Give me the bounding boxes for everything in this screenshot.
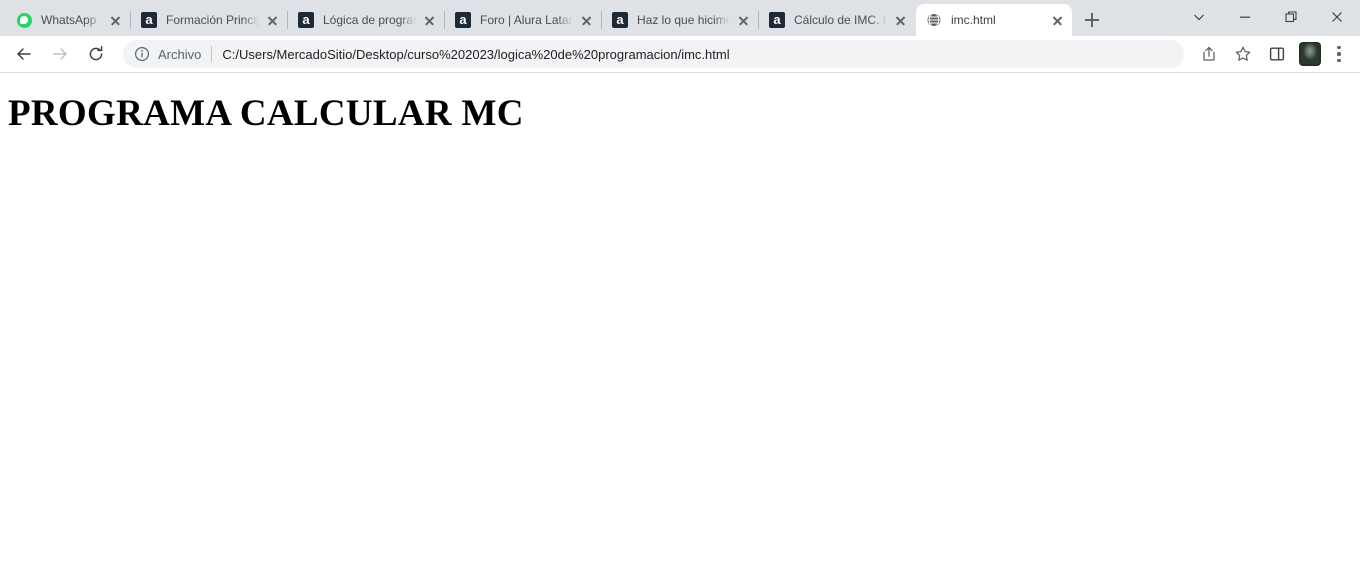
close-icon[interactable]: [1314, 0, 1360, 33]
share-icon[interactable]: [1195, 40, 1223, 68]
reload-button[interactable]: [81, 39, 111, 69]
info-circle-icon[interactable]: [134, 46, 150, 62]
tab-strip: WhatsApp a Formación Principiante en P a…: [0, 0, 1360, 36]
omnibox-divider: [211, 46, 213, 62]
forward-button[interactable]: [45, 39, 75, 69]
tab-close-button[interactable]: [889, 9, 911, 31]
tab-close-button[interactable]: [418, 9, 440, 31]
browser-window: WhatsApp a Formación Principiante en P a…: [0, 0, 1360, 584]
tab-title: Lógica de programación: [323, 13, 416, 27]
tab-calculo-de-imc[interactable]: a Cálculo de IMC. Hombre y: [759, 4, 915, 36]
tab-title: Haz lo que hicimos en clase: [637, 13, 730, 27]
browser-toolbar: Archivo C:/Users/MercadoSitio/Desktop/cu…: [0, 36, 1360, 73]
alura-icon: a: [298, 12, 314, 28]
alura-icon: a: [612, 12, 628, 28]
tab-close-button[interactable]: [732, 9, 754, 31]
tab-haz-lo-que-hicimos[interactable]: a Haz lo que hicimos en clase: [602, 4, 758, 36]
chevron-down-icon[interactable]: [1176, 0, 1222, 33]
window-controls: [1176, 0, 1360, 33]
scheme-label: Archivo: [158, 46, 202, 62]
restore-icon[interactable]: [1268, 0, 1314, 33]
address-bar[interactable]: Archivo C:/Users/MercadoSitio/Desktop/cu…: [123, 40, 1184, 68]
minimize-icon[interactable]: [1222, 0, 1268, 33]
chrome-menu-button[interactable]: [1326, 40, 1352, 68]
tab-title: Cálculo de IMC. Hombre y: [794, 13, 887, 27]
globe-icon: [926, 12, 942, 28]
tab-close-button[interactable]: [104, 9, 126, 31]
alura-icon: a: [769, 12, 785, 28]
tab-logica-de-programacion[interactable]: a Lógica de programación: [288, 4, 444, 36]
alura-icon: a: [141, 12, 157, 28]
tab-close-button[interactable]: [575, 9, 597, 31]
tab-title: Formación Principiante en P: [166, 13, 259, 27]
alura-icon: a: [455, 12, 471, 28]
tab-close-button[interactable]: [261, 9, 283, 31]
page-title: PROGRAMA CALCULAR MC: [8, 93, 524, 134]
tab-close-button[interactable]: [1046, 9, 1068, 31]
tab-title: Foro | Alura Latam: [480, 13, 573, 27]
tab-imc-html[interactable]: imc.html: [916, 4, 1072, 36]
whatsapp-icon: [16, 12, 32, 28]
tab-title: imc.html: [951, 13, 996, 27]
tab-formacion-principiante[interactable]: a Formación Principiante en P: [131, 4, 287, 36]
new-tab-button[interactable]: [1078, 6, 1106, 34]
star-icon[interactable]: [1229, 40, 1257, 68]
side-panel-icon[interactable]: [1263, 40, 1291, 68]
page-content: PROGRAMA CALCULAR MC: [0, 73, 1360, 584]
avatar[interactable]: [1299, 42, 1321, 66]
tab-foro-alura-latam[interactable]: a Foro | Alura Latam: [445, 4, 601, 36]
tab-whatsapp[interactable]: WhatsApp: [6, 4, 130, 36]
tab-title: WhatsApp: [41, 13, 97, 27]
back-button[interactable]: [9, 39, 39, 69]
url-text[interactable]: C:/Users/MercadoSitio/Desktop/curso%2020…: [222, 47, 1172, 62]
